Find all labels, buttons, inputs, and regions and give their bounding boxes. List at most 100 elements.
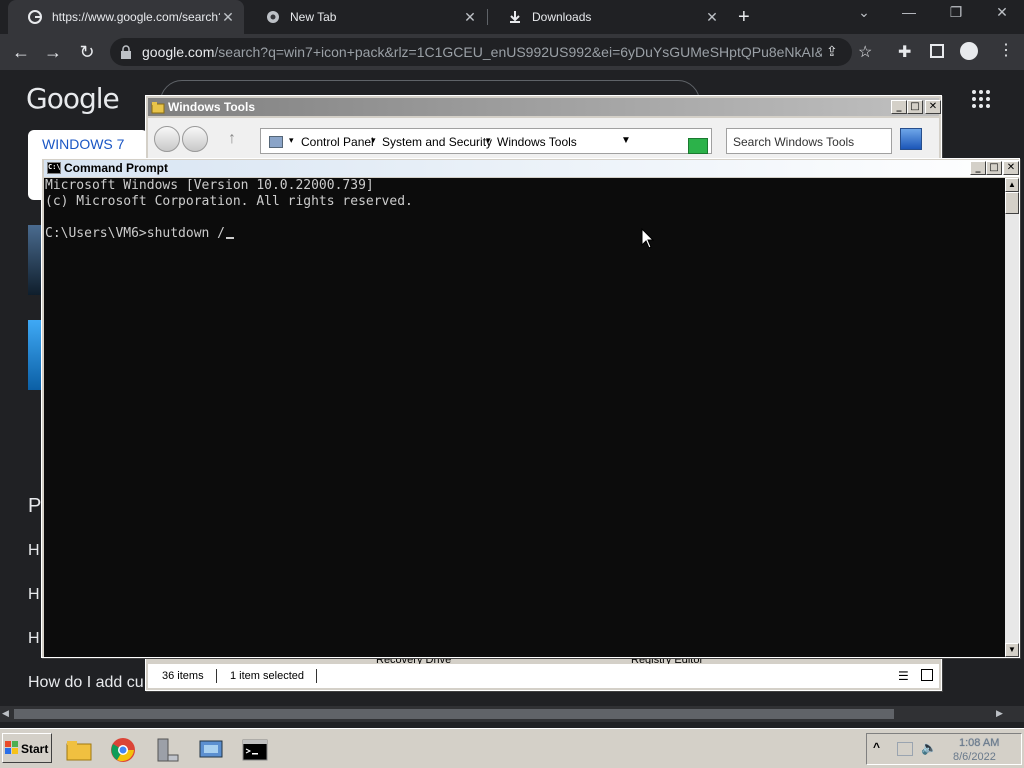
result-link[interactable]: H [28, 542, 40, 560]
side-panel-icon[interactable] [930, 44, 944, 58]
mouse-pointer-icon [641, 228, 655, 249]
large-icons-view-icon[interactable] [921, 669, 933, 681]
folder-icon [151, 102, 165, 114]
tray-expand-icon[interactable]: ^ [873, 740, 880, 754]
lock-icon [121, 45, 131, 59]
control-panel-icon [269, 136, 283, 148]
search-windows-tools-input[interactable]: Search Windows Tools [726, 128, 892, 154]
menu-kebab-icon[interactable]: ⋮ [998, 40, 1014, 60]
tab-downloads[interactable]: Downloads ✕ [488, 0, 728, 34]
window-title: Command Prompt [64, 161, 169, 175]
selection-count: 1 item selected [230, 670, 304, 682]
extensions-icon[interactable]: ✚ [898, 42, 911, 62]
server-manager-icon[interactable] [154, 737, 180, 763]
scrollbar-thumb[interactable] [1005, 192, 1019, 214]
share-icon[interactable]: ⇪ [826, 43, 838, 60]
search-icon[interactable] [900, 128, 922, 150]
tab-close-button[interactable]: ✕ [220, 9, 236, 26]
tab-close-button[interactable]: ✕ [462, 9, 478, 26]
forward-arrow-icon[interactable]: → [42, 41, 64, 63]
reload-icon[interactable]: ↻ [76, 41, 98, 63]
tab-title: Downloads [532, 10, 592, 24]
address-bar[interactable]: google.com/search?q=win7+icon+pack&rlz=1… [110, 38, 852, 66]
network-icon[interactable] [897, 742, 913, 756]
tab-search-chevron-icon[interactable]: ⌄ [848, 4, 880, 26]
command-prompt-icon[interactable] [242, 737, 268, 763]
tab-title: https://www.google.com/search?q= [52, 10, 220, 24]
url-text: google.com/search?q=win7+icon+pack&rlz=1… [142, 44, 822, 60]
google-favicon-icon [28, 10, 42, 24]
cmd-icon: C:\ [47, 162, 61, 174]
result-link[interactable]: H [28, 586, 40, 604]
chrome-icon[interactable] [110, 737, 136, 763]
profile-avatar-icon[interactable] [960, 42, 978, 60]
result-link[interactable]: H [28, 630, 40, 648]
control-panel-icon[interactable] [198, 737, 224, 763]
result-image-thumbnail[interactable] [28, 320, 42, 390]
minimize-button[interactable]: _ [970, 161, 986, 175]
start-button[interactable]: Start [2, 733, 52, 763]
maximize-button[interactable]: □ [986, 161, 1002, 175]
apps-grid-icon[interactable] [970, 88, 992, 110]
url-path: /search?q=win7+icon+pack&rlz=1C1GCEU_enU… [214, 44, 822, 60]
result-link[interactable]: How do I add cu [28, 674, 144, 692]
back-button[interactable] [154, 126, 180, 152]
browser-toolbar: ← → ↻ google.com/search?q=win7+icon+pack… [0, 34, 1024, 70]
refresh-icon[interactable] [688, 138, 708, 154]
scroll-up-arrow-icon[interactable]: ▲ [1005, 178, 1019, 192]
minimize-button[interactable]: — [893, 4, 925, 26]
browser-tab-strip: https://www.google.com/search?q= ✕ New T… [0, 0, 1024, 34]
address-dropdown-icon[interactable]: ▼ [621, 135, 631, 146]
console-output[interactable]: Microsoft Windows [Version 10.0.22000.73… [44, 178, 1005, 657]
details-view-icon[interactable]: ☰ [898, 669, 909, 683]
close-window-button[interactable]: ✕ [986, 4, 1018, 26]
minimize-button[interactable]: _ [891, 100, 907, 114]
item-count: 36 items [162, 670, 204, 682]
taskbar: Start ^ 🔈 1:08 AM 8/6/2022 [0, 728, 1024, 768]
result-image-thumbnail[interactable] [28, 225, 42, 295]
forward-button[interactable] [182, 126, 208, 152]
status-bar: 36 items 1 item selected ☰ [148, 664, 939, 688]
status-divider [316, 669, 317, 683]
bookmark-star-icon[interactable]: ☆ [858, 42, 872, 62]
console-line: (c) Microsoft Corporation. All rights re… [45, 194, 413, 209]
window-title-bar[interactable]: Windows Tools _ □ ✕ [148, 98, 941, 116]
console-line: Microsoft Windows [Version 10.0.22000.73… [45, 178, 374, 193]
tab-close-button[interactable]: ✕ [704, 9, 720, 26]
tab-title: New Tab [290, 10, 337, 24]
scroll-left-arrow-icon[interactable]: ◀ [2, 708, 9, 719]
console-prompt-line: C:\Users\VM6>shutdown / [45, 226, 226, 241]
clock-date[interactable]: 8/6/2022 [953, 751, 996, 763]
thumbnail-caption: WINDOWS 7 [42, 136, 125, 152]
maximize-button[interactable]: □ [907, 100, 923, 114]
url-host: google.com [142, 44, 215, 60]
scroll-down-arrow-icon[interactable]: ▼ [1005, 643, 1019, 657]
page-horizontal-scrollbar[interactable]: ◀ ▶ [0, 706, 1024, 722]
start-label: Start [21, 742, 49, 756]
breadcrumb-windows-tools[interactable]: Windows Tools [497, 135, 577, 149]
clock-time[interactable]: 1:08 AM [959, 737, 999, 749]
scroll-right-arrow-icon[interactable]: ▶ [996, 708, 1003, 719]
breadcrumb-control-panel[interactable]: Control Panel [301, 135, 374, 149]
file-explorer-icon[interactable] [66, 737, 92, 763]
up-arrow-icon[interactable]: ↑ [228, 130, 236, 148]
console-vertical-scrollbar[interactable]: ▲ ▼ [1005, 178, 1019, 657]
chevron-down-icon[interactable]: ▾ [486, 135, 491, 146]
window-title: Windows Tools [168, 100, 255, 114]
address-breadcrumb[interactable]: ▾ Control Panel ▾ System and Security ▾ … [260, 128, 712, 154]
tab-new-tab[interactable]: New Tab ✕ [246, 0, 486, 34]
command-prompt-window: C:\ Command Prompt _ □ ✕ Microsoft Windo… [41, 158, 1020, 658]
new-tab-button[interactable]: + [738, 6, 750, 29]
window-title-bar[interactable]: C:\ Command Prompt _ □ ✕ [44, 160, 1019, 177]
chevron-down-icon[interactable]: ▾ [289, 135, 294, 146]
restore-button[interactable]: ❐ [940, 4, 972, 26]
google-logo[interactable]: Google [26, 82, 120, 115]
breadcrumb-system-security[interactable]: System and Security [382, 135, 492, 149]
scrollbar-thumb[interactable] [14, 709, 894, 719]
chevron-down-icon[interactable]: ▾ [371, 135, 376, 146]
tab-google-search[interactable]: https://www.google.com/search?q= ✕ [8, 0, 244, 34]
close-button[interactable]: ✕ [1003, 161, 1019, 175]
volume-icon[interactable]: 🔈 [921, 740, 937, 756]
close-button[interactable]: ✕ [925, 100, 941, 114]
back-arrow-icon[interactable]: ← [10, 41, 32, 63]
